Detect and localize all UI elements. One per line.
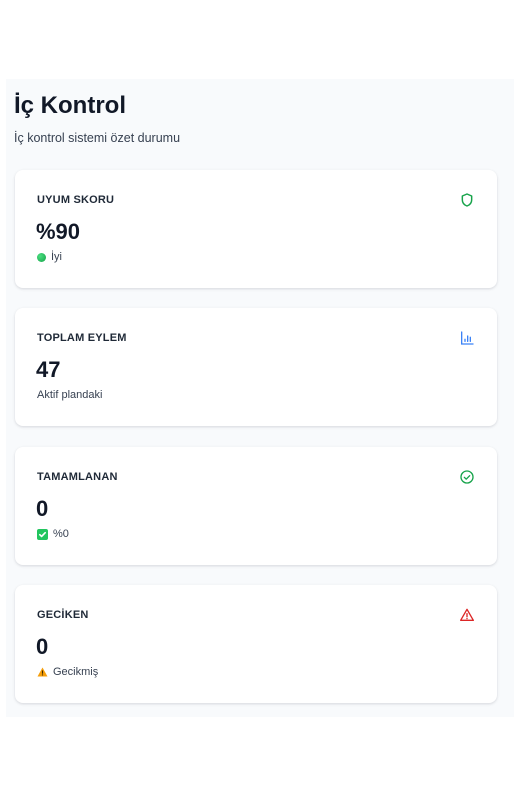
card-label: TOPLAM EYLEM	[37, 332, 127, 344]
card-label: TAMAMLANAN	[37, 471, 118, 483]
warning-icon	[460, 608, 474, 621]
card-status: Gecikmiş	[37, 665, 98, 679]
shield-icon	[461, 193, 473, 207]
compliance-score-card[interactable]: UYUM SKORU %90 İyi	[15, 170, 497, 288]
card-sub-text: Gecikmiş	[53, 666, 99, 678]
status-dot-icon	[37, 252, 46, 262]
completed-card[interactable]: TAMAMLANAN 0 %0	[15, 447, 497, 565]
bar-chart-icon	[461, 331, 474, 345]
card-value: %90	[36, 219, 81, 244]
page-subtitle: İç kontrol sistemi özet durumu	[14, 131, 181, 145]
card-status: Aktif plandaki	[37, 388, 102, 402]
card-value: 47	[36, 357, 61, 382]
warning-emoji-icon	[37, 667, 48, 677]
total-actions-card[interactable]: TOPLAM EYLEM 47 Aktif plandaki	[15, 308, 497, 426]
card-status: İyi	[37, 250, 62, 264]
check-circle-icon	[460, 470, 474, 484]
page-title: İç Kontrol	[14, 92, 126, 119]
checkbox-checked-icon	[37, 528, 48, 540]
card-sub-text: %0	[53, 528, 69, 540]
overdue-card[interactable]: GECİKEN 0 Gecikmiş	[15, 585, 497, 703]
card-label: GECİKEN	[37, 609, 89, 621]
card-status: %0	[37, 527, 69, 541]
card-value: 0	[36, 496, 49, 521]
card-sub-text: Aktif plandaki	[37, 389, 103, 401]
card-value: 0	[36, 634, 49, 659]
card-sub-text: İyi	[51, 251, 62, 263]
card-label: UYUM SKORU	[37, 194, 115, 206]
